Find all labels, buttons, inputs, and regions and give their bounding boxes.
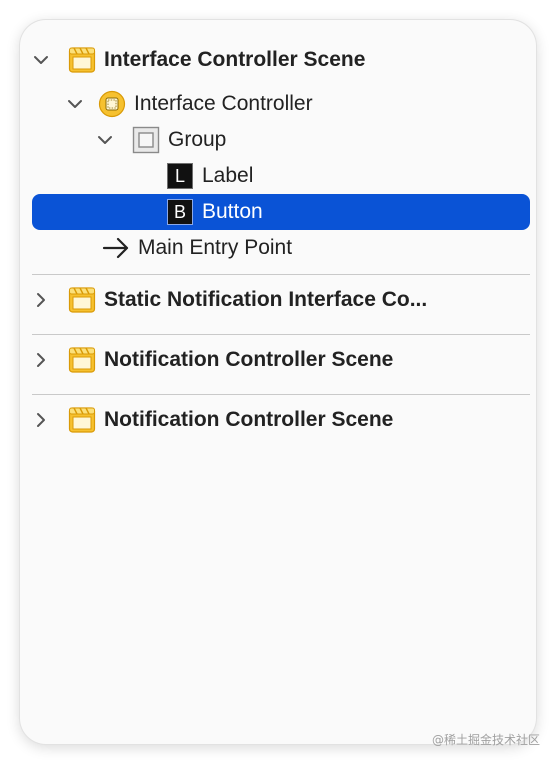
tree-row-label: Interface Controller Scene [104, 48, 366, 71]
tree-row-label: Main Entry Point [138, 236, 293, 259]
tree-row-label: Interface Controller [134, 92, 313, 115]
tree-row-group[interactable]: Group [32, 122, 530, 158]
tree-row-button-element[interactable]: B Button [32, 194, 530, 230]
document-outline-panel: Interface Controller Scene Interface Con… [20, 20, 536, 744]
chevron-right-icon[interactable] [32, 351, 50, 369]
section-divider [32, 334, 530, 335]
label-element-icon: L [166, 162, 194, 190]
storyboard-scene-icon [68, 286, 96, 314]
chevron-down-icon[interactable] [66, 95, 84, 113]
group-icon [132, 126, 160, 154]
chevron-right-icon[interactable] [32, 291, 50, 309]
tree-row-label: Notification Controller Scene [104, 348, 394, 371]
tree-row-main-entry-point[interactable]: Main Entry Point [32, 230, 530, 266]
button-element-icon: B [166, 198, 194, 226]
tree-row-label: Group [168, 128, 227, 151]
tree-row-label: Button [202, 200, 263, 223]
storyboard-scene-icon [68, 46, 96, 74]
chevron-down-icon[interactable] [32, 51, 50, 69]
tree-row-label-element[interactable]: L Label [32, 158, 530, 194]
storyboard-scene-icon [68, 406, 96, 434]
chevron-down-icon[interactable] [96, 131, 114, 149]
tree-row-label: Label [202, 164, 254, 187]
interface-controller-icon [98, 90, 126, 118]
tree-row-interface-controller[interactable]: Interface Controller [32, 86, 530, 122]
tree-row-notification-controller-scene[interactable]: Notification Controller Scene [32, 402, 530, 438]
tree-row-notification-controller-scene[interactable]: Notification Controller Scene [32, 342, 530, 378]
chevron-right-icon[interactable] [32, 411, 50, 429]
button-badge: B [167, 199, 193, 225]
tree-row-label: Notification Controller Scene [104, 408, 394, 431]
arrow-right-icon [102, 234, 130, 262]
tree-row-label: Static Notification Interface Co... [104, 288, 428, 311]
tree-row-interface-controller-scene[interactable]: Interface Controller Scene [32, 42, 530, 78]
tree-row-static-notification-scene[interactable]: Static Notification Interface Co... [32, 282, 530, 318]
section-divider [32, 394, 530, 395]
watermark-text: @稀土掘金技术社区 [431, 733, 540, 747]
section-divider [32, 274, 530, 275]
label-badge: L [167, 163, 193, 189]
storyboard-scene-icon [68, 346, 96, 374]
